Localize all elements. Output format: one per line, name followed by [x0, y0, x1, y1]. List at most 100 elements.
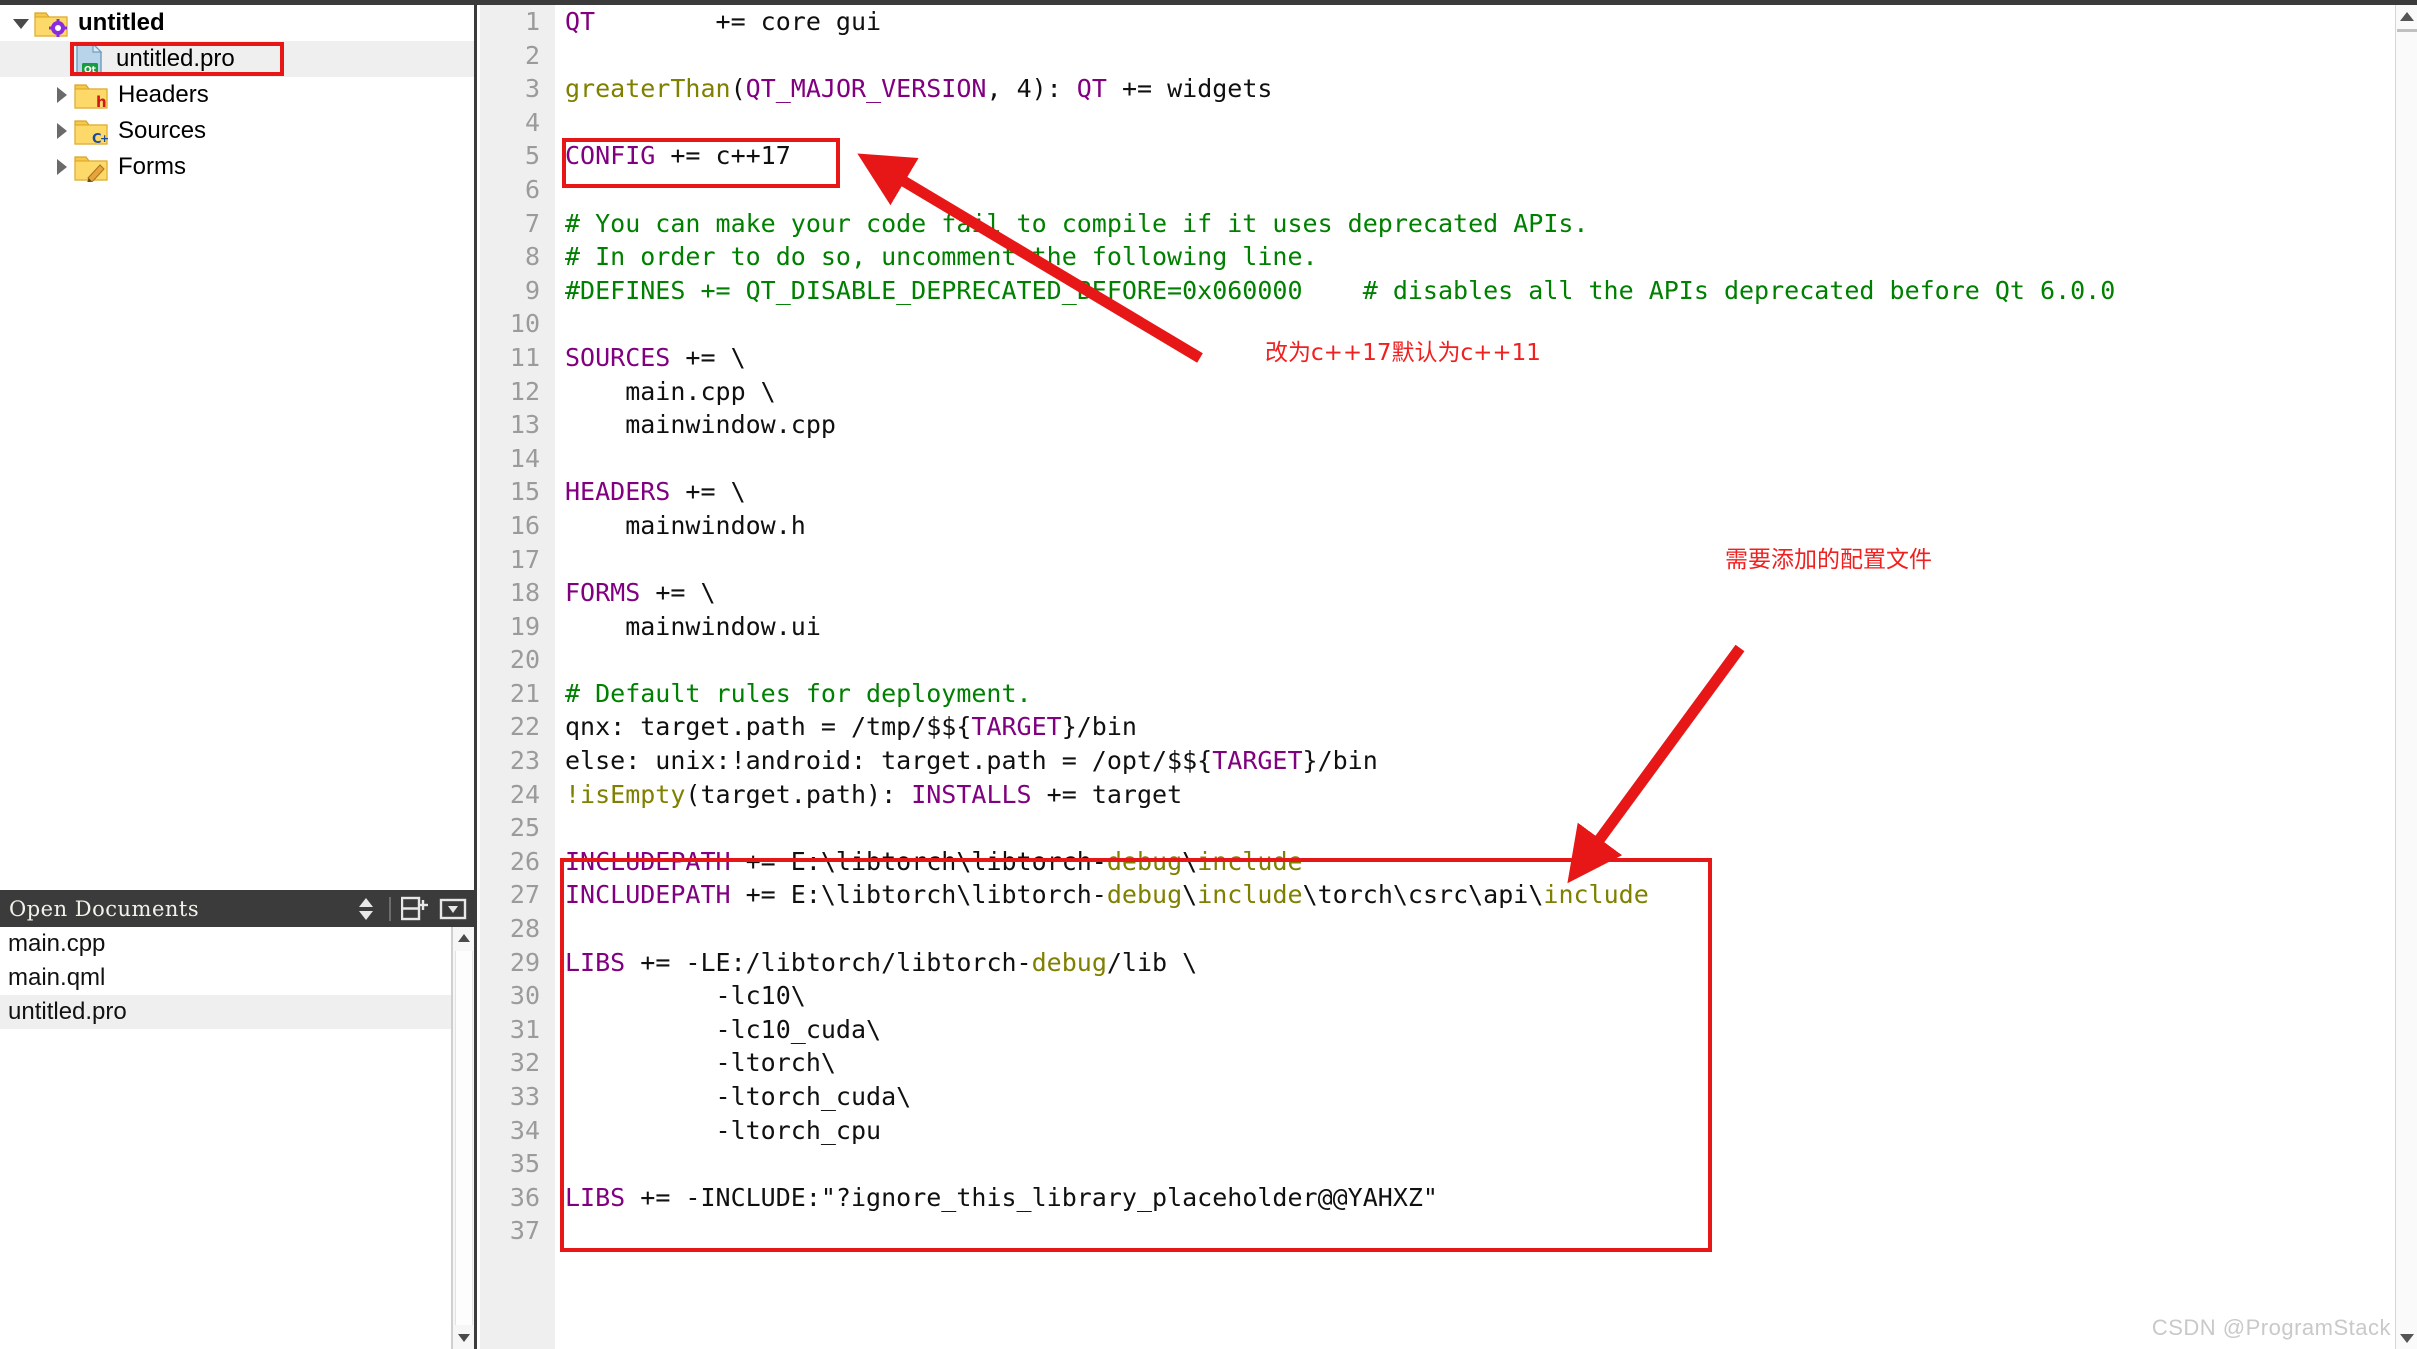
editor-scroll-up-icon[interactable]: [2396, 5, 2417, 27]
tree-item-headers[interactable]: h Headers: [0, 77, 474, 113]
code-line[interactable]: 16 mainwindow.h: [480, 509, 2350, 543]
code-line-text: QT += core gui: [565, 7, 882, 36]
code-line[interactable]: 26 INCLUDEPATH += E:\libtorch\libtorch-de…: [480, 845, 2350, 879]
code-line[interactable]: 15 HEADERS += \: [480, 475, 2350, 509]
line-number: 18: [509, 578, 540, 608]
code-line[interactable]: 8 # In order to do so, uncomment the foll…: [480, 240, 2350, 274]
line-number: 23: [509, 746, 540, 776]
editor-scroll-down-icon[interactable]: [2396, 1327, 2417, 1349]
code-line-text: INCLUDEPATH += E:\libtorch\libtorch-debu…: [565, 880, 1649, 910]
line-number: 35: [509, 1149, 540, 1179]
project-tree[interactable]: untitled Qt untitled.pro h Headers C++ Sources…: [0, 5, 474, 185]
code-line[interactable]: 13 mainwindow.cpp: [480, 408, 2350, 442]
svg-text:h: h: [96, 93, 107, 110]
open-documents-list[interactable]: main.cpp main.qml untitled.pro: [0, 927, 452, 1349]
line-number: 5: [524, 141, 540, 171]
code-line-text: LIBS += -LE:/libtorch/libtorch-debug/lib…: [565, 947, 1198, 977]
code-line-text: #DEFINES += QT_DISABLE_DEPRECATED_BEFORE…: [565, 275, 2116, 305]
code-line[interactable]: 33 -ltorch_cuda\: [480, 1080, 2350, 1114]
line-number: 12: [509, 376, 540, 406]
code-line[interactable]: 17: [480, 543, 2350, 577]
code-line-text: mainwindow.h: [565, 510, 806, 540]
code-line[interactable]: 30 -lc10\: [480, 979, 2350, 1013]
folder-sources-icon: C++: [74, 116, 108, 146]
code-line[interactable]: 6: [480, 173, 2350, 207]
code-line[interactable]: 29 LIBS += -LE:/libtorch/libtorch-debug/l…: [480, 946, 2350, 980]
open-document-item[interactable]: main.cpp: [0, 927, 451, 961]
code-line-text: -ltorch_cpu: [565, 1115, 882, 1145]
code-line-text: else: unix:!android: target.path = /opt/…: [565, 746, 1378, 776]
code-line[interactable]: 21 # Default rules for deployment.: [480, 677, 2350, 711]
line-number: 3: [524, 74, 540, 104]
code-line-text: # In order to do so, uncomment the follo…: [565, 242, 1318, 272]
code-line-text: mainwindow.cpp: [565, 410, 836, 440]
code-line[interactable]: 12 main.cpp \: [480, 375, 2350, 409]
code-line[interactable]: 9 #DEFINES += QT_DISABLE_DEPRECATED_BEFOR…: [480, 274, 2350, 308]
code-line-text: -lc10\: [565, 981, 806, 1011]
split-plus-icon[interactable]: [398, 894, 432, 924]
open-document-item[interactable]: main.qml: [0, 961, 451, 995]
line-number: 31: [509, 1014, 540, 1044]
chevron-right-icon[interactable]: [48, 118, 74, 144]
code-line[interactable]: 4: [480, 106, 2350, 140]
chevron-right-icon[interactable]: [48, 82, 74, 108]
line-number: 19: [509, 611, 540, 641]
code-line[interactable]: 24 !isEmpty(target.path): INSTALLS += tar…: [480, 778, 2350, 812]
tree-item-untitled[interactable]: untitled: [0, 5, 474, 41]
tree-item-forms[interactable]: Forms: [0, 149, 474, 185]
line-number: 2: [524, 40, 540, 70]
code-line-text: LIBS += -INCLUDE:"?ignore_this_library_p…: [565, 1182, 1438, 1212]
tree-item-label: Headers: [118, 81, 209, 108]
code-line[interactable]: 25: [480, 811, 2350, 845]
code-line[interactable]: 23 else: unix:!android: target.path = /op…: [480, 744, 2350, 778]
tree-item-untitled-pro[interactable]: Qt untitled.pro: [0, 41, 474, 77]
line-number: 4: [524, 107, 540, 137]
tree-item-sources[interactable]: C++ Sources: [0, 113, 474, 149]
code-line-text: -lc10_cuda\: [565, 1014, 882, 1044]
code-line[interactable]: 1 QT += core gui: [480, 5, 2350, 39]
code-line[interactable]: 37: [480, 1214, 2350, 1248]
code-line[interactable]: 18 FORMS += \: [480, 576, 2350, 610]
open-document-item[interactable]: untitled.pro: [0, 995, 451, 1029]
code-line[interactable]: 14: [480, 442, 2350, 476]
open-document-label: untitled.pro: [8, 998, 127, 1025]
close-dropdown-icon[interactable]: [436, 894, 470, 924]
scroll-down-icon[interactable]: [453, 1327, 475, 1349]
code-line[interactable]: 22 qnx: target.path = /tmp/$${TARGET}/bin: [480, 710, 2350, 744]
editor-scrollbar[interactable]: [2395, 5, 2417, 1349]
code-editor[interactable]: 1 QT += core gui 2 3 greaterThan(QT_MAJOR_VE…: [480, 5, 2417, 1349]
line-number: 34: [509, 1115, 540, 1145]
line-number: 33: [509, 1082, 540, 1111]
code-line[interactable]: 11 SOURCES += \: [480, 341, 2350, 375]
code-line[interactable]: 19 mainwindow.ui: [480, 610, 2350, 644]
editor-scrollbar-thumb[interactable]: [2397, 29, 2417, 32]
code-line-text: FORMS += \: [565, 578, 716, 608]
chevron-right-icon[interactable]: [48, 154, 74, 180]
code-line-text: SOURCES += \: [565, 342, 746, 372]
code-line[interactable]: 3 greaterThan(QT_MAJOR_VERSION, 4): QT +=…: [480, 72, 2350, 106]
code-line[interactable]: 32 -ltorch\: [480, 1046, 2350, 1080]
code-text-area[interactable]: 1 QT += core gui 2 3 greaterThan(QT_MAJOR_VE…: [480, 5, 2350, 1349]
code-line[interactable]: 35: [480, 1147, 2350, 1181]
code-line[interactable]: 28: [480, 912, 2350, 946]
csdn-watermark: CSDN @ProgramStack: [2151, 1315, 2391, 1340]
line-number: 14: [509, 443, 540, 473]
code-line[interactable]: 27 INCLUDEPATH += E:\libtorch\libtorch-de…: [480, 878, 2350, 912]
open-documents-scrollbar[interactable]: [452, 927, 474, 1349]
code-line[interactable]: 2: [480, 39, 2350, 73]
scroll-up-icon[interactable]: [453, 927, 475, 949]
folder-project-icon: [34, 8, 68, 38]
code-line[interactable]: 31 -lc10_cuda\: [480, 1013, 2350, 1047]
line-number: 16: [509, 510, 540, 540]
code-line[interactable]: 10: [480, 307, 2350, 341]
code-line-text: # You can make your code fail to compile…: [565, 208, 1589, 238]
code-line[interactable]: 36 LIBS += -INCLUDE:"?ignore_this_library…: [480, 1181, 2350, 1215]
code-line[interactable]: 5 CONFIG += c++17: [480, 139, 2350, 173]
chevron-down-icon[interactable]: [8, 10, 34, 36]
code-line[interactable]: 7 # You can make your code fail to compil…: [480, 207, 2350, 241]
svg-text:Qt: Qt: [84, 66, 97, 76]
code-line[interactable]: 34 -ltorch_cpu: [480, 1114, 2350, 1148]
scrollbar-track[interactable]: [455, 951, 473, 1325]
up-down-arrows-icon[interactable]: [349, 894, 383, 924]
code-line[interactable]: 20: [480, 643, 2350, 677]
